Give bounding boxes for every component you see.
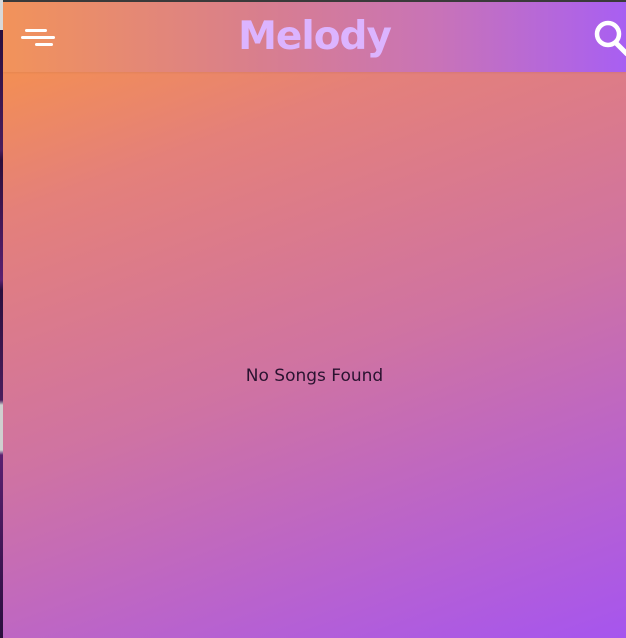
- app-bar: Melody: [3, 2, 626, 72]
- app-title: Melody: [238, 14, 392, 59]
- search-icon: [594, 20, 626, 57]
- search-button[interactable]: [591, 16, 626, 60]
- empty-state-message: No Songs Found: [245, 366, 384, 386]
- app-window: Melody No Songs Found: [3, 0, 626, 638]
